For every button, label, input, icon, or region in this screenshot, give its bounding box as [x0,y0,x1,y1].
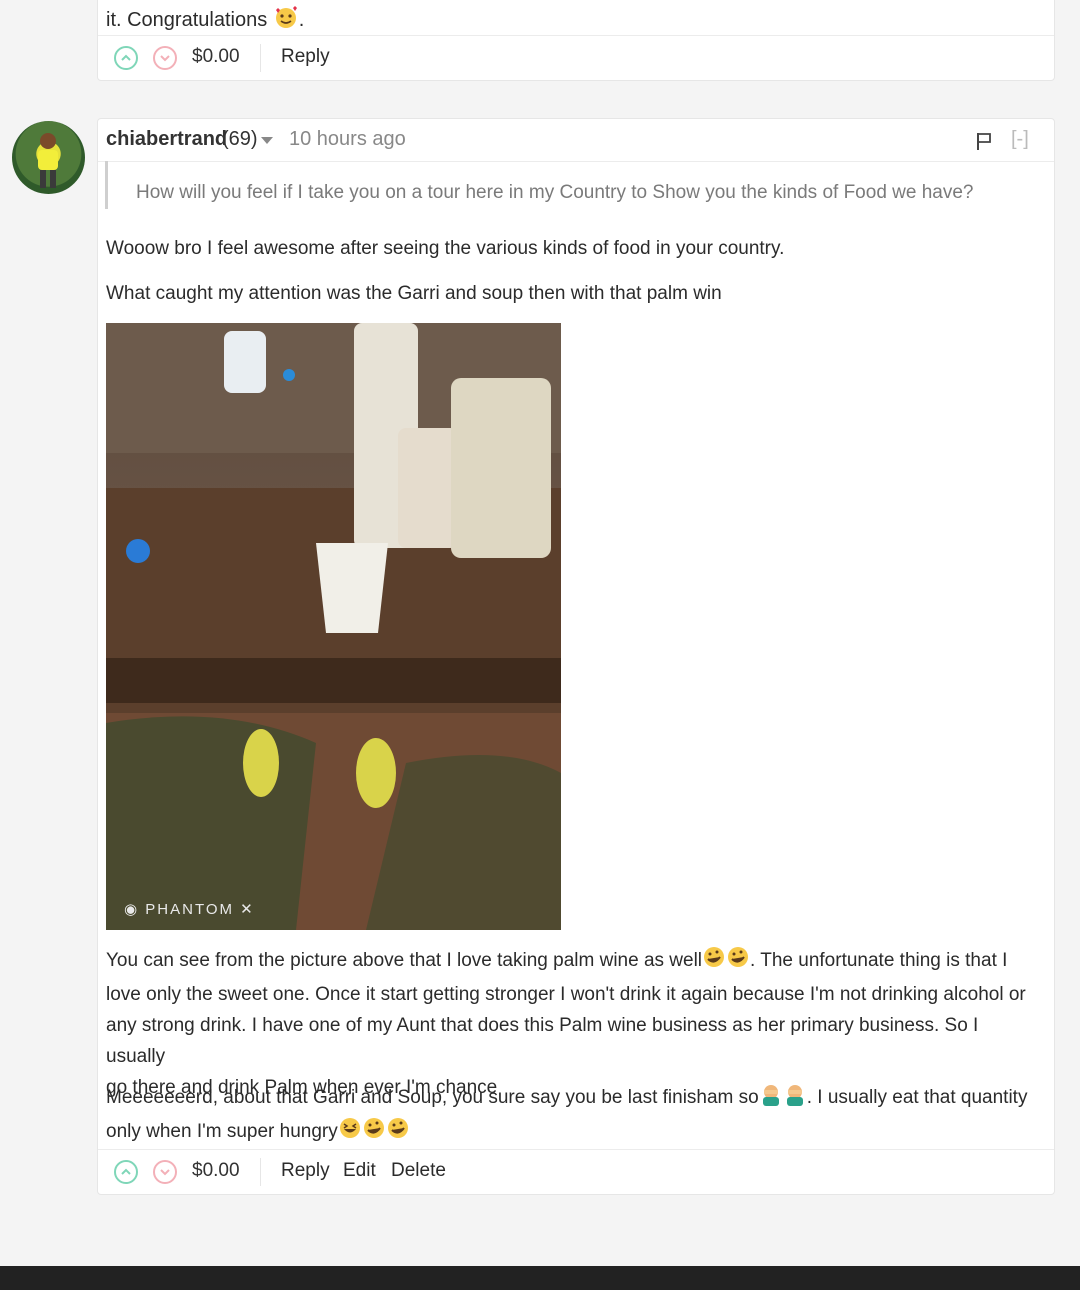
rolling-laughing-icon [726,945,750,979]
payout-value: $0.00 [192,46,240,67]
chevron-up-icon [121,54,131,61]
payout-value: $0.00 [192,1160,240,1181]
comment-paragraph: Meeeeeeerd, about that Garri and Soup, y… [106,1082,1041,1150]
previous-comment-card: it. Congratulations . $0.00 Reply [97,0,1055,81]
divider [260,44,261,72]
delete-button[interactable]: Delete [391,1160,446,1182]
comment-paragraph: What caught my attention was the Garri a… [106,283,722,304]
comment-card: chiabertrand (69) 10 hours ago [-] How w… [97,118,1055,1195]
rolling-laughing-icon [362,1116,386,1150]
person-photo [38,133,58,188]
facepalm-icon [759,1082,783,1116]
chevron-down-icon [160,55,170,62]
reputation-score: (69) [222,128,258,150]
camera-watermark: ◉ PHANTOM ✕ [124,901,255,918]
downvote-button[interactable] [153,46,177,70]
upvote-button[interactable] [114,1160,138,1184]
smiling-face-with-hearts-icon [273,5,299,35]
comment-photo[interactable]: ◉ PHANTOM ✕ [106,323,561,930]
edit-button[interactable]: Edit [343,1160,376,1182]
reply-button[interactable]: Reply [281,46,330,68]
quote-bar [105,161,108,209]
avatar[interactable] [12,121,85,194]
collapse-button[interactable]: [-] [1011,128,1029,151]
downvote-button[interactable] [153,1160,177,1184]
flag-icon[interactable] [975,131,993,151]
divider [260,1158,261,1186]
comment-footer: $0.00 Reply [98,35,1054,82]
previous-comment-text: it. Congratulations . [106,5,304,35]
comment-paragraph: Wooow bro I feel awesome after seeing th… [106,238,785,259]
comment-footer: $0.00 Reply Edit Delete [98,1149,1054,1196]
comment-header: chiabertrand (69) 10 hours ago [-] [98,119,1054,162]
bottom-bar [0,1266,1080,1290]
timestamp[interactable]: 10 hours ago [289,128,406,151]
facepalm-icon [783,1082,807,1116]
rolling-laughing-icon [702,945,726,979]
rolling-laughing-icon [386,1116,410,1150]
caret-down-icon[interactable] [261,137,273,144]
grinning-sweat-icon [338,1116,362,1150]
reply-button[interactable]: Reply [281,1160,330,1182]
chevron-down-icon [160,1169,170,1176]
chevron-up-icon [121,1168,131,1175]
comment-paragraph: You can see from the picture above that … [106,945,1041,1103]
quoted-text: How will you feel if I take you on a tou… [136,182,974,203]
upvote-button[interactable] [114,46,138,70]
author-name[interactable]: chiabertrand [106,128,227,151]
palm-wine-photo [106,323,561,930]
